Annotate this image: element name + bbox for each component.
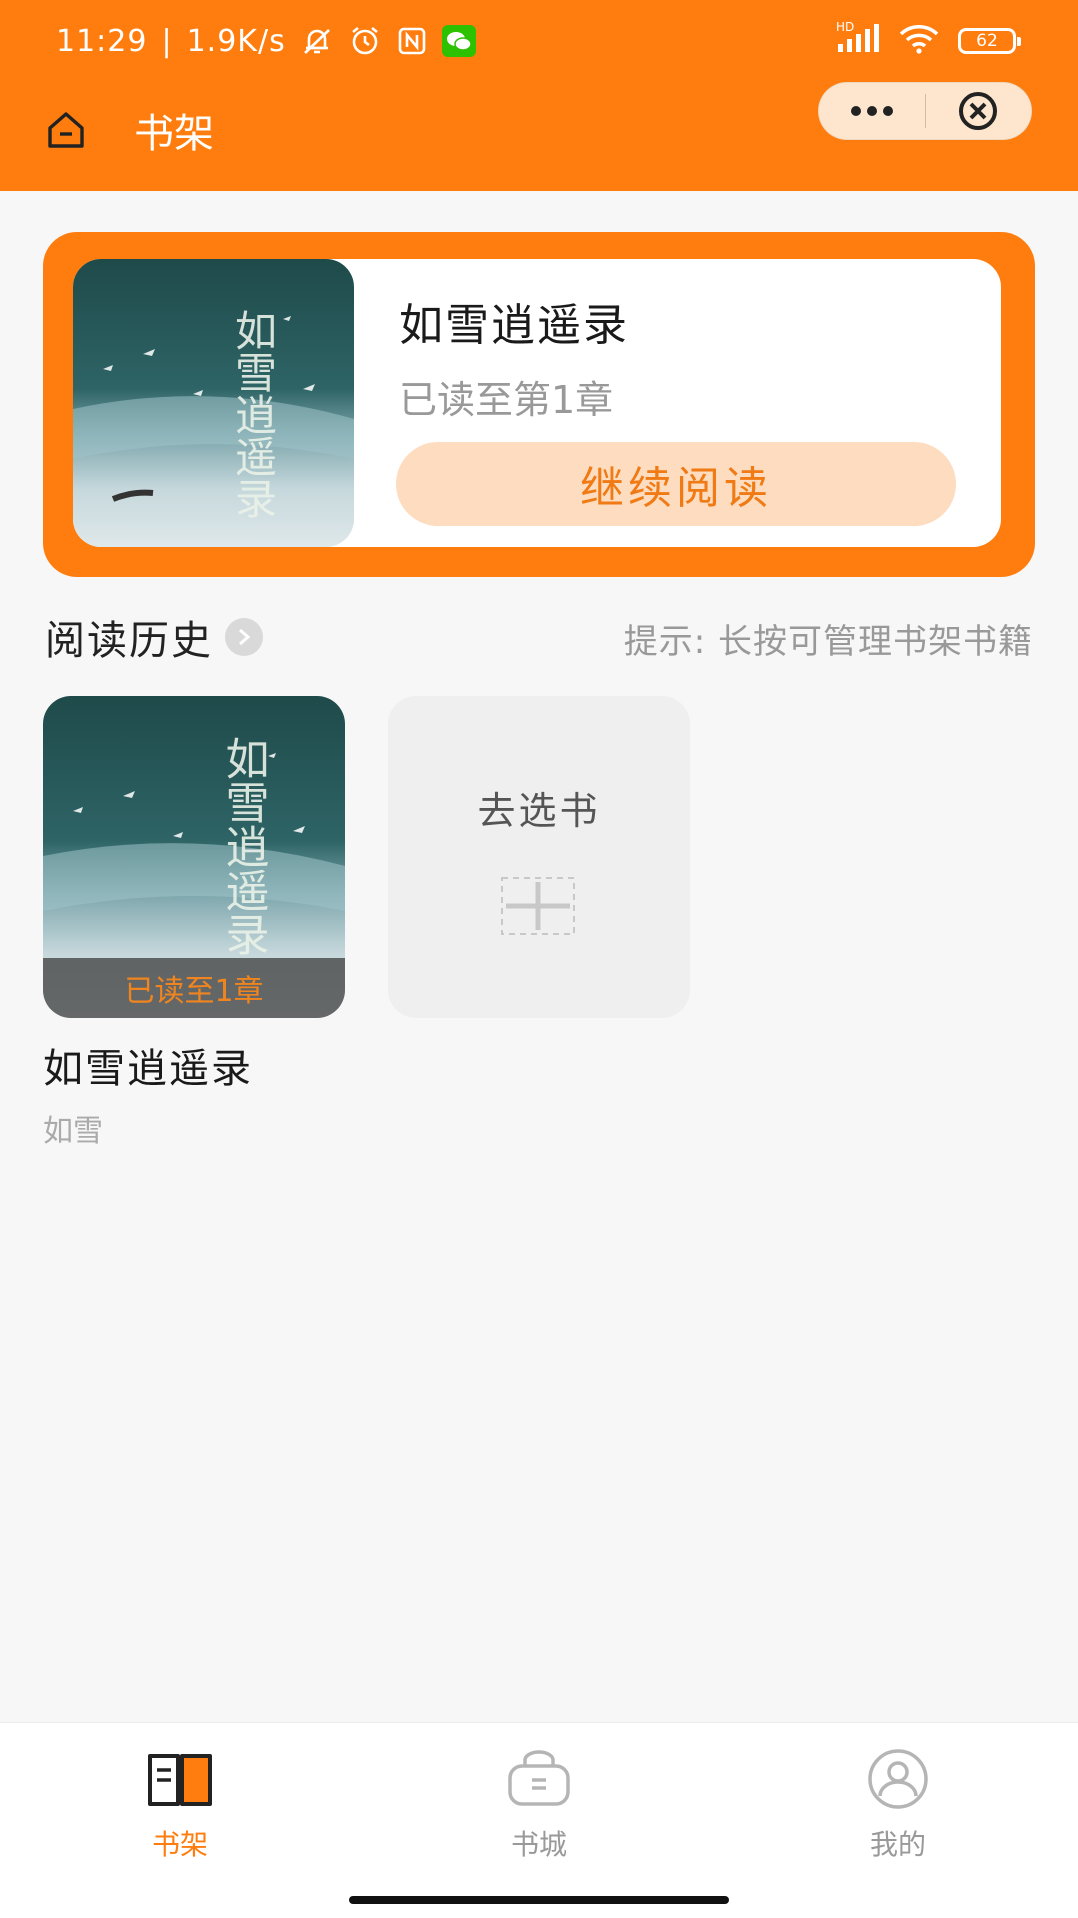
history-title-text: 阅读历史 bbox=[45, 618, 213, 664]
book-cover-small[interactable]: 如雪逍遥录 已读至1章 bbox=[43, 696, 345, 1018]
status-bar: 11:29 | 1.9K/s HD 62 bbox=[0, 0, 1078, 82]
history-book-author: 如雪 bbox=[43, 1114, 103, 1149]
status-right: HD 62 bbox=[836, 20, 1021, 62]
miniprogram-capsule bbox=[818, 82, 1032, 140]
tab-bookshelf-label: 书架 bbox=[151, 1828, 208, 1861]
close-circle-icon bbox=[959, 92, 998, 130]
add-book-label: 去选书 bbox=[477, 789, 601, 833]
signal-icon: HD bbox=[836, 20, 880, 58]
home-button[interactable] bbox=[40, 104, 92, 156]
cover-title-text-small: 如雪逍遥录 bbox=[218, 736, 269, 956]
cover-title-text: 如雪逍遥录 bbox=[229, 309, 278, 519]
current-book-title: 如雪逍遥录 bbox=[399, 300, 629, 351]
profile-icon bbox=[862, 1743, 934, 1815]
tab-bookstore[interactable]: 书城 bbox=[459, 1743, 619, 1873]
status-left: 11:29 | 1.9K/s bbox=[56, 20, 476, 62]
page-title: 书架 bbox=[134, 111, 214, 157]
more-button[interactable] bbox=[819, 82, 925, 140]
history-section-title[interactable]: 阅读历史 bbox=[45, 608, 263, 666]
tab-bookshelf[interactable]: 书架 bbox=[100, 1743, 260, 1873]
alarm-icon bbox=[348, 24, 382, 58]
more-dots-icon bbox=[850, 106, 893, 116]
current-reading-card[interactable]: 如雪逍遥录 如雪逍遥录 已读至第1章 继续阅读 bbox=[43, 232, 1035, 577]
status-separator: | bbox=[161, 23, 173, 59]
status-time: 11:29 bbox=[56, 23, 148, 59]
history-book-title: 如雪逍遥录 bbox=[43, 1046, 253, 1092]
current-reading-inner: 如雪逍遥录 如雪逍遥录 已读至第1章 继续阅读 bbox=[73, 259, 1001, 547]
history-book-item[interactable]: 如雪逍遥录 已读至1章 如雪逍遥录 如雪 bbox=[43, 696, 345, 1150]
network-speed: 1.9K/s bbox=[186, 23, 286, 59]
home-icon bbox=[48, 112, 84, 148]
chevron-right-icon bbox=[225, 618, 263, 656]
current-book-progress: 已读至第1章 bbox=[399, 378, 614, 422]
battery-indicator: 62 bbox=[958, 28, 1021, 54]
plus-icon bbox=[501, 877, 575, 935]
close-button[interactable] bbox=[925, 82, 1031, 140]
continue-reading-button[interactable]: 继续阅读 bbox=[396, 442, 956, 526]
tab-profile-label: 我的 bbox=[869, 1828, 926, 1861]
tab-bookstore-label: 书城 bbox=[510, 1828, 567, 1861]
read-progress-badge: 已读至1章 bbox=[43, 958, 345, 1018]
wechat-icon bbox=[441, 25, 476, 57]
nav-bar: 书架 bbox=[0, 82, 1078, 182]
wifi-icon bbox=[898, 24, 940, 58]
mute-bell-icon bbox=[300, 24, 334, 58]
tab-profile[interactable]: 我的 bbox=[818, 1743, 978, 1873]
bottom-tab-bar: 书架 书城 我的 bbox=[0, 1722, 1078, 1918]
bookstore-bag-icon bbox=[503, 1743, 575, 1815]
bookshelf-icon bbox=[144, 1743, 216, 1815]
nfc-icon bbox=[396, 25, 428, 57]
add-book-card[interactable]: 去选书 bbox=[388, 696, 690, 1018]
book-cover-large[interactable]: 如雪逍遥录 bbox=[73, 259, 354, 547]
home-indicator[interactable] bbox=[349, 1896, 729, 1904]
hd-label: HD bbox=[836, 20, 855, 34]
manage-tip: 提示: 长按可管理书架书籍 bbox=[623, 622, 1033, 662]
app-header: 11:29 | 1.9K/s HD 62 书架 bbox=[0, 0, 1078, 191]
